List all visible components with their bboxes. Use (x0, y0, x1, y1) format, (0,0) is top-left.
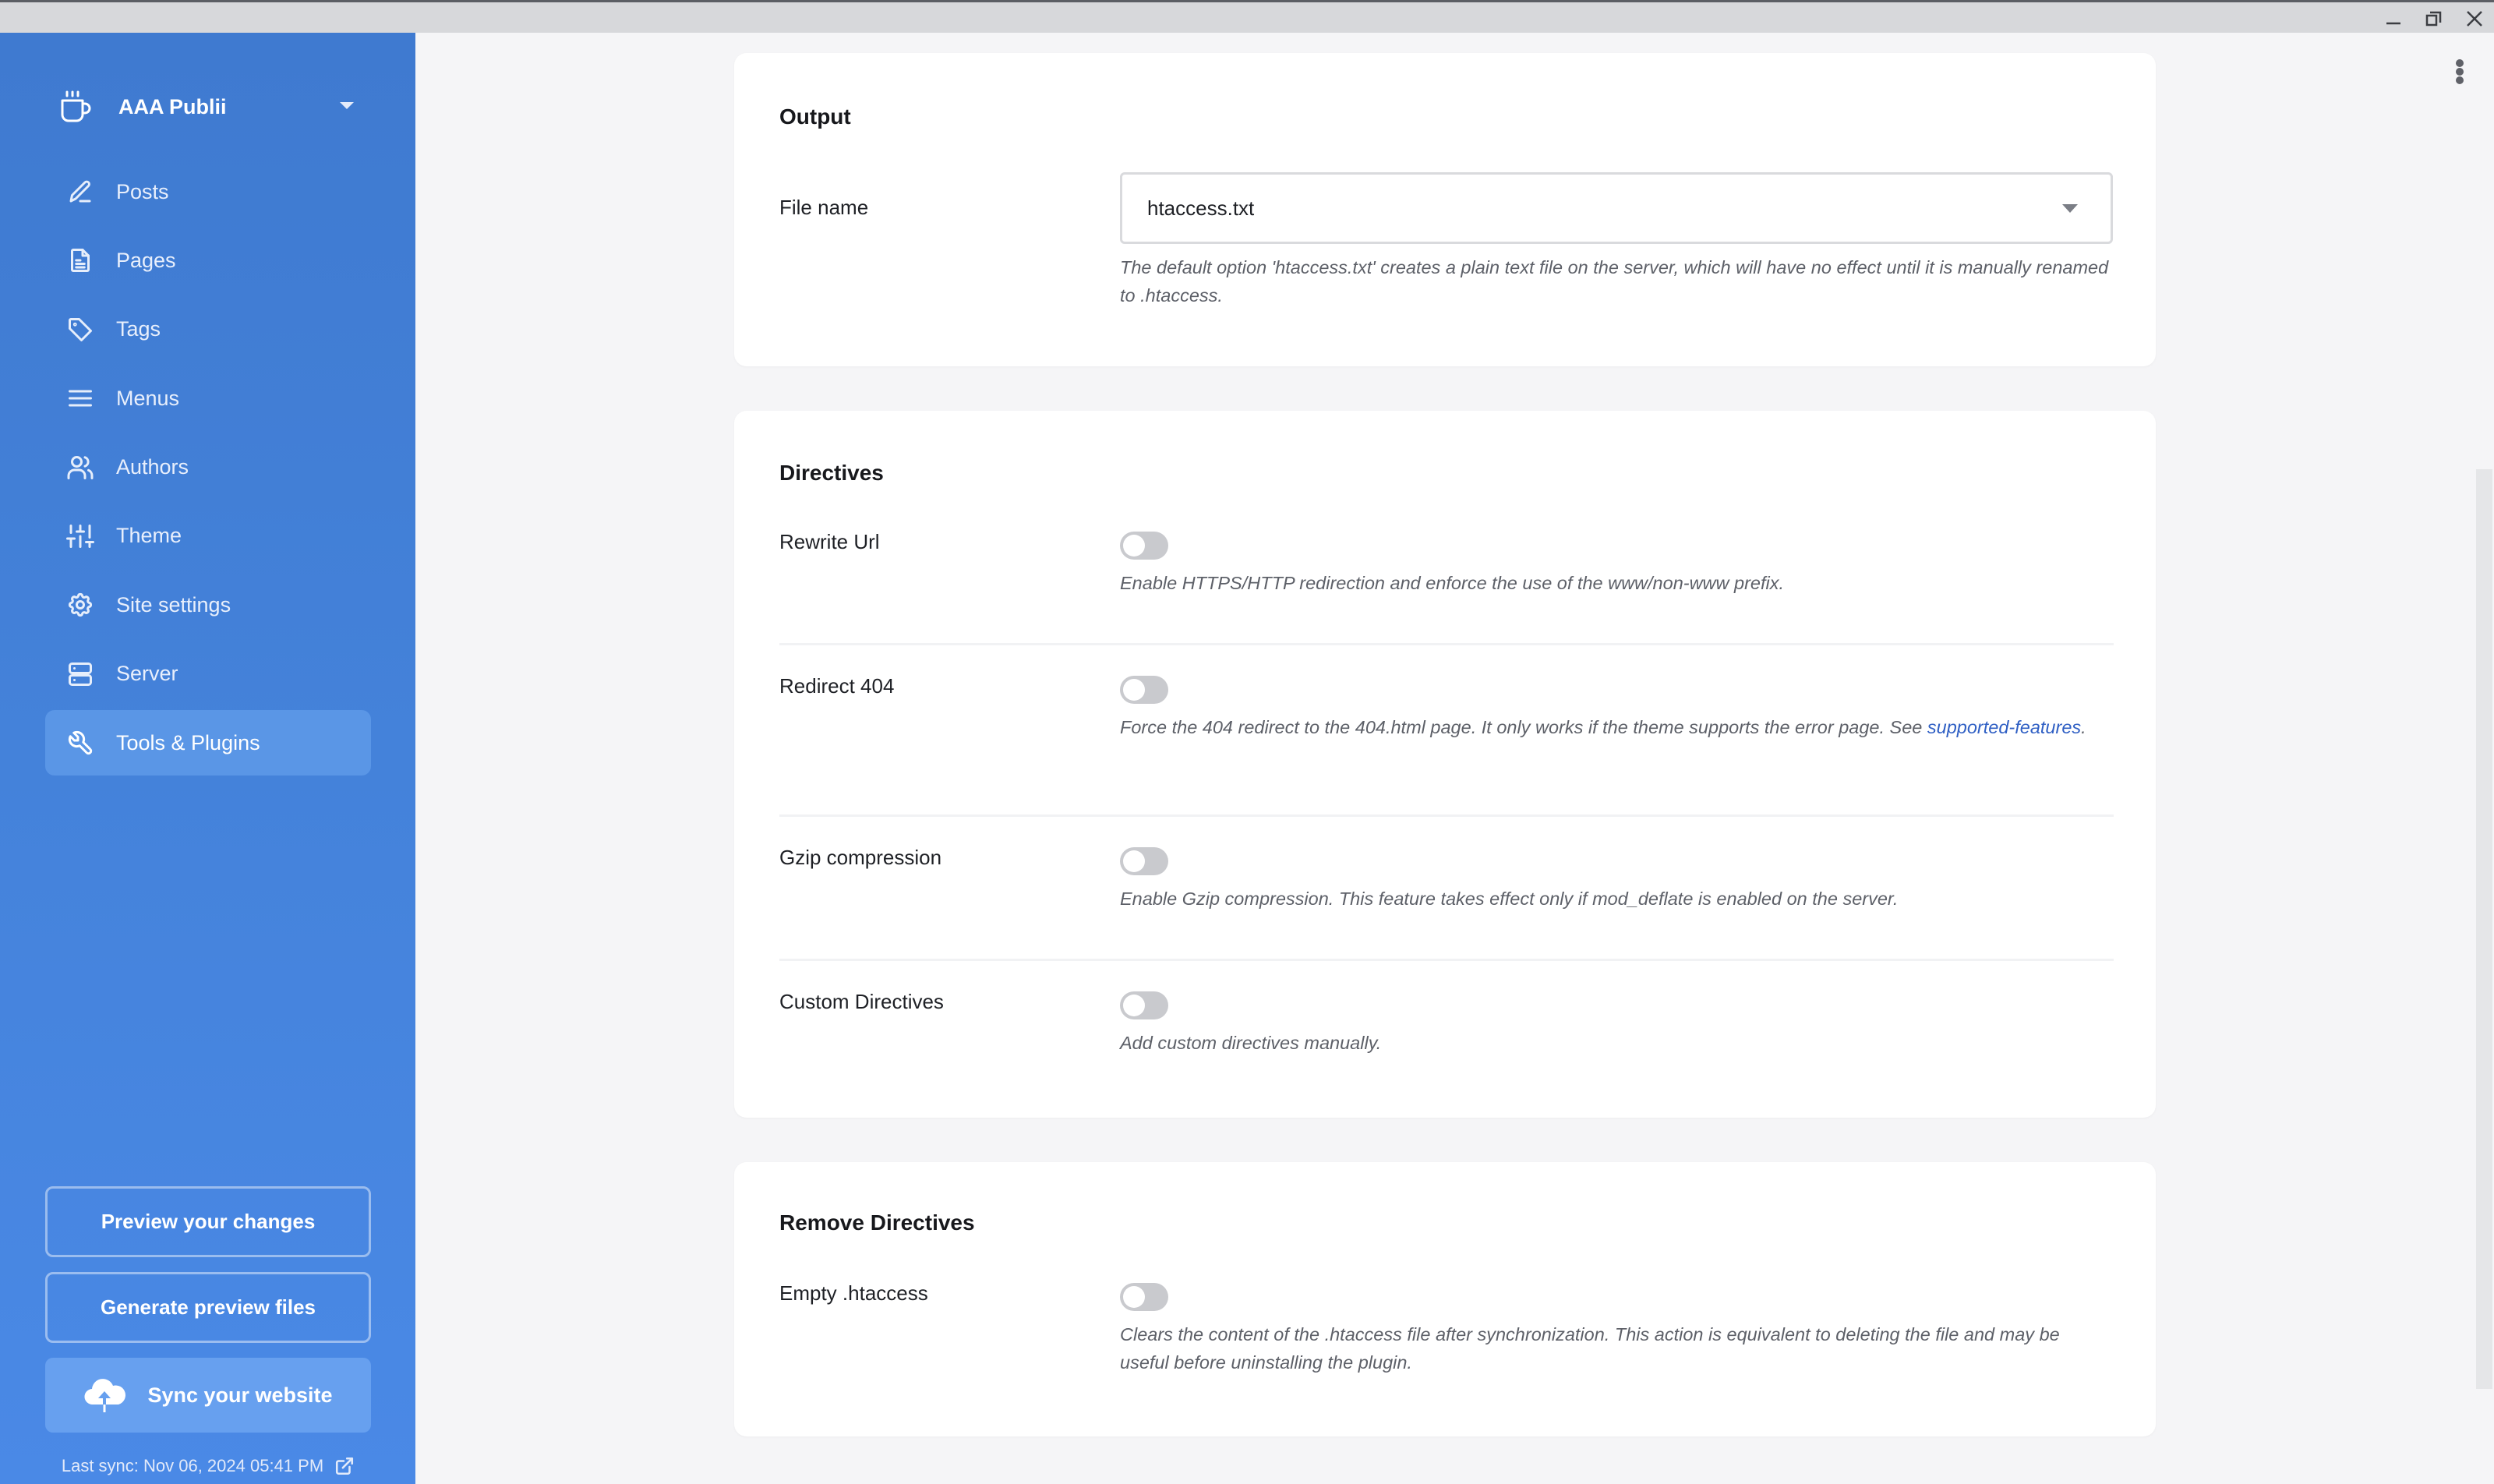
site-name: AAA Publii (118, 94, 227, 118)
directives-section: Directives Rewrite Url Enable HTTPS/HTTP… (734, 411, 2156, 1118)
redirect-404-toggle[interactable] (1120, 676, 1168, 704)
preview-changes-button[interactable]: Preview your changes (45, 1186, 371, 1257)
sidebar-item-label: Menus (116, 386, 180, 410)
last-sync-text: Last sync: Nov 06, 2024 05:41 PM (61, 1456, 324, 1475)
gzip-compression-toggle[interactable] (1120, 847, 1168, 875)
empty-htaccess-toggle[interactable] (1120, 1283, 1168, 1311)
output-section: Output File name htaccess.txt The defaul… (734, 53, 2156, 366)
sidebar-item-tools-plugins[interactable]: Tools & Plugins (45, 710, 371, 776)
sidebar-item-posts[interactable]: Posts (45, 159, 371, 224)
section-title: Remove Directives (779, 1210, 975, 1235)
sidebar-nav: Posts Pages Tags Menus Authors Theme Sit… (45, 159, 371, 779)
file-name-value: htaccess.txt (1147, 196, 1255, 220)
rewrite-url-help: Enable HTTPS/HTTP redirection and enforc… (1120, 573, 1785, 593)
sidebar-item-theme[interactable]: Theme (45, 504, 371, 569)
custom-directives-toggle[interactable] (1120, 991, 1168, 1019)
document-icon (66, 246, 94, 274)
empty-htaccess-help: Clears the content of the .htaccess file… (1120, 1324, 2060, 1373)
last-sync-info: Last sync: Nov 06, 2024 05:41 PM (45, 1456, 371, 1476)
chevron-down-icon (340, 102, 354, 109)
gear-icon (66, 591, 94, 619)
pencil-icon (66, 178, 94, 206)
close-icon (2467, 11, 2482, 26)
row-divider (779, 814, 2114, 817)
file-name-help: The default option 'htaccess.txt' create… (1120, 257, 2109, 306)
file-name-select[interactable]: htaccess.txt (1120, 172, 2113, 244)
users-icon (66, 454, 94, 482)
sidebar-item-label: Tags (116, 317, 161, 341)
window-title-bar (0, 0, 2494, 33)
gzip-compression-label: Gzip compression (779, 846, 942, 869)
file-name-label: File name (779, 196, 869, 219)
sliders-icon (66, 522, 94, 550)
sidebar-item-menus[interactable]: Menus (45, 366, 371, 431)
sidebar-item-authors[interactable]: Authors (45, 435, 371, 500)
sidebar: AAA Publii Posts Pages Tags Menus Author… (0, 33, 415, 1484)
restore-icon (2425, 11, 2442, 26)
rewrite-url-label: Rewrite Url (779, 530, 880, 553)
section-title: Output (779, 104, 851, 129)
tag-icon (66, 316, 94, 344)
close-button[interactable] (2457, 7, 2492, 30)
row-divider (779, 959, 2114, 961)
minimize-icon (2386, 22, 2400, 25)
sidebar-item-pages[interactable]: Pages (45, 228, 371, 293)
more-options-icon[interactable] (2450, 59, 2469, 84)
section-title: Directives (779, 461, 884, 485)
sidebar-item-site-settings[interactable]: Site settings (45, 572, 371, 638)
sidebar-item-label: Authors (116, 455, 189, 479)
redirect-404-label: Redirect 404 (779, 674, 895, 698)
redirect-404-help-text: Force the 404 redirect to the 404.html p… (1120, 717, 1927, 737)
sidebar-item-label: Server (116, 662, 178, 686)
wrench-icon (66, 729, 94, 757)
external-link-icon[interactable] (334, 1456, 355, 1476)
gzip-compression-help: Enable Gzip compression. This feature ta… (1120, 889, 1899, 909)
custom-directives-help: Add custom directives manually. (1120, 1033, 1382, 1053)
row-divider (779, 643, 2114, 645)
rewrite-url-toggle[interactable] (1120, 532, 1168, 560)
redirect-404-help: Force the 404 redirect to the 404.html p… (1120, 713, 2113, 741)
sidebar-item-tags[interactable]: Tags (45, 297, 371, 362)
remove-directives-section: Remove Directives Empty .htaccess Clears… (734, 1162, 2156, 1436)
sidebar-item-label: Site settings (116, 592, 231, 617)
sidebar-item-label: Posts (116, 179, 169, 203)
dropdown-arrow-icon (2062, 204, 2078, 213)
minimize-button[interactable] (2376, 7, 2411, 30)
supported-features-link[interactable]: supported-features (1927, 717, 2081, 737)
empty-htaccess-label: Empty .htaccess (779, 1281, 928, 1305)
coffee-cup-icon (61, 90, 91, 122)
vertical-scrollbar[interactable] (2476, 469, 2492, 1389)
sync-website-label: Sync your website (147, 1383, 333, 1407)
cloud-upload-icon (84, 1379, 126, 1412)
redirect-404-help-end: . (2081, 717, 2086, 737)
site-switcher[interactable]: AAA Publii (56, 80, 368, 134)
sync-website-button[interactable]: Sync your website (45, 1358, 371, 1433)
sidebar-item-label: Pages (116, 248, 176, 272)
sidebar-item-label: Tools & Plugins (116, 730, 260, 754)
server-icon (66, 660, 94, 688)
generate-preview-files-button[interactable]: Generate preview files (45, 1272, 371, 1343)
restore-button[interactable] (2416, 7, 2452, 30)
hamburger-menu-icon (66, 384, 94, 412)
custom-directives-label: Custom Directives (779, 990, 944, 1013)
sidebar-item-server[interactable]: Server (45, 641, 371, 707)
sidebar-item-label: Theme (116, 524, 182, 548)
